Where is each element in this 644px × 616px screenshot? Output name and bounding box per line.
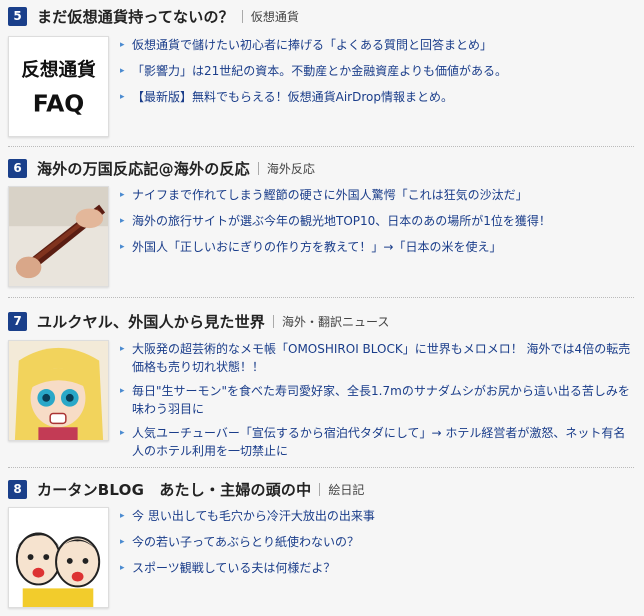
ranking-list: 5 まだ仮想通貨持ってないの？ 仮想通貨 反想通貨 FAQ ▸ 仮想通貨で儲けたい… (0, 0, 644, 616)
faq-text-thumbnail[interactable]: 反想通貨 FAQ (8, 36, 109, 137)
arrow-icon: ▸ (120, 66, 125, 76)
divider (8, 297, 634, 298)
article-list: ▸ 今 思い出しても毛穴から冷汗大放出の出来事 ▸ 今の若い子ってあぶらとり紙使わな… (120, 507, 634, 577)
article-list: ▸ 大阪発の超芸術的なメモ帳「OMOSHIROI BLOCK」に世界もメロメロ！ … (120, 340, 634, 460)
article-link[interactable]: ▸ 【最新版】無料でもらえる！仮想通貨AirDrop情報まとめ。 (120, 88, 634, 106)
article-link[interactable]: ▸ 人気ユーチューバー「宣伝するから宿泊代タダにして」→ ホテル経営者が激怒、ネッ… (120, 424, 634, 460)
arrow-icon: ▸ (120, 92, 125, 102)
divider (8, 146, 634, 147)
article-link[interactable]: ▸ 仮想通貨で儲けたい初心者に捧げる「よくある質問と回答まとめ」 (120, 36, 634, 54)
category-link[interactable]: 絵日記 (328, 481, 364, 498)
anime-girl-image[interactable] (8, 340, 109, 441)
blog-title-link[interactable]: カータンBLOG あたし・主婦の頭の中 (37, 479, 311, 500)
rank-badge: 6 (8, 158, 27, 178)
entry-header: 7 ユルクヤル、外国人から見た世界 海外・翻訳ニュース (8, 311, 389, 331)
article-link[interactable]: ▸ 大阪発の超芸術的なメモ帳「OMOSHIROI BLOCK」に世界もメロメロ！ … (120, 340, 634, 376)
article-link[interactable]: ▸ 海外の旅行サイトが選ぶ今年の観光地TOP10、日本のあの場所が1位を獲得！ (120, 212, 634, 230)
blog-title-link[interactable]: ユルクヤル、外国人から見た世界 (37, 311, 265, 332)
entry-header: 8 カータンBLOG あたし・主婦の頭の中 絵日記 (8, 479, 364, 499)
arrow-icon: ▸ (120, 537, 125, 547)
category-link[interactable]: 海外・翻訳ニュース (282, 313, 389, 330)
entry-header: 5 まだ仮想通貨持ってないの？ 仮想通貨 (8, 6, 299, 26)
arrow-icon: ▸ (120, 386, 125, 396)
arrow-icon: ▸ (120, 40, 125, 50)
article-link[interactable]: ▸ 今 思い出しても毛穴から冷汗大放出の出来事 (120, 507, 634, 525)
separator (257, 161, 259, 175)
rank-badge: 5 (8, 6, 27, 26)
article-link[interactable]: ▸ ナイフまで作れてしまう鰹節の硬さに外国人驚愕「これは狂気の沙汰だ」 (120, 186, 634, 204)
bonito-fish-photo[interactable] (8, 186, 109, 287)
category-link[interactable]: 仮想通貨 (251, 8, 299, 25)
rank-badge: 7 (8, 311, 27, 331)
article-link[interactable]: ▸ 外国人「正しいおにぎりの作り方を教えて！」→「日本の米を使え」 (120, 238, 634, 256)
article-link[interactable]: ▸ 「影響力」は21世紀の資本。不動産とか金融資産よりも価値がある。 (120, 62, 634, 80)
divider (8, 467, 634, 468)
arrow-icon: ▸ (120, 190, 125, 200)
arrow-icon: ▸ (120, 511, 125, 521)
blog-title-link[interactable]: まだ仮想通貨持ってないの？ (37, 6, 234, 27)
separator (241, 9, 243, 23)
thumb-text-line2: FAQ (33, 89, 85, 117)
arrow-icon: ▸ (120, 428, 125, 438)
article-list: ▸ 仮想通貨で儲けたい初心者に捧げる「よくある質問と回答まとめ」 ▸ 「影響力」は2… (120, 36, 634, 106)
rank-badge: 8 (8, 479, 27, 499)
arrow-icon: ▸ (120, 563, 125, 573)
blog-title-link[interactable]: 海外の万国反応記@海外の反応 (37, 158, 250, 179)
category-link[interactable]: 海外反応 (267, 160, 315, 177)
entry-header: 6 海外の万国反応記@海外の反応 海外反応 (8, 158, 315, 178)
thumb-text-line1: 反想通貨 (21, 59, 96, 81)
arrow-icon: ▸ (120, 216, 125, 226)
cartoon-faces-image[interactable] (8, 507, 109, 608)
article-link[interactable]: ▸ スポーツ観戦している夫は何様だよ？ (120, 559, 634, 577)
arrow-icon: ▸ (120, 344, 125, 354)
article-link[interactable]: ▸ 今の若い子ってあぶらとり紙使わないの？ (120, 533, 634, 551)
separator (273, 314, 275, 328)
arrow-icon: ▸ (120, 242, 125, 252)
article-link[interactable]: ▸ 毎日"生サーモン"を食べた寿司愛好家、全長1.7mのサナダムシがお尻から這い出… (120, 382, 634, 418)
article-list: ▸ ナイフまで作れてしまう鰹節の硬さに外国人驚愕「これは狂気の沙汰だ」 ▸ 海外の旅… (120, 186, 634, 256)
separator (319, 482, 321, 496)
